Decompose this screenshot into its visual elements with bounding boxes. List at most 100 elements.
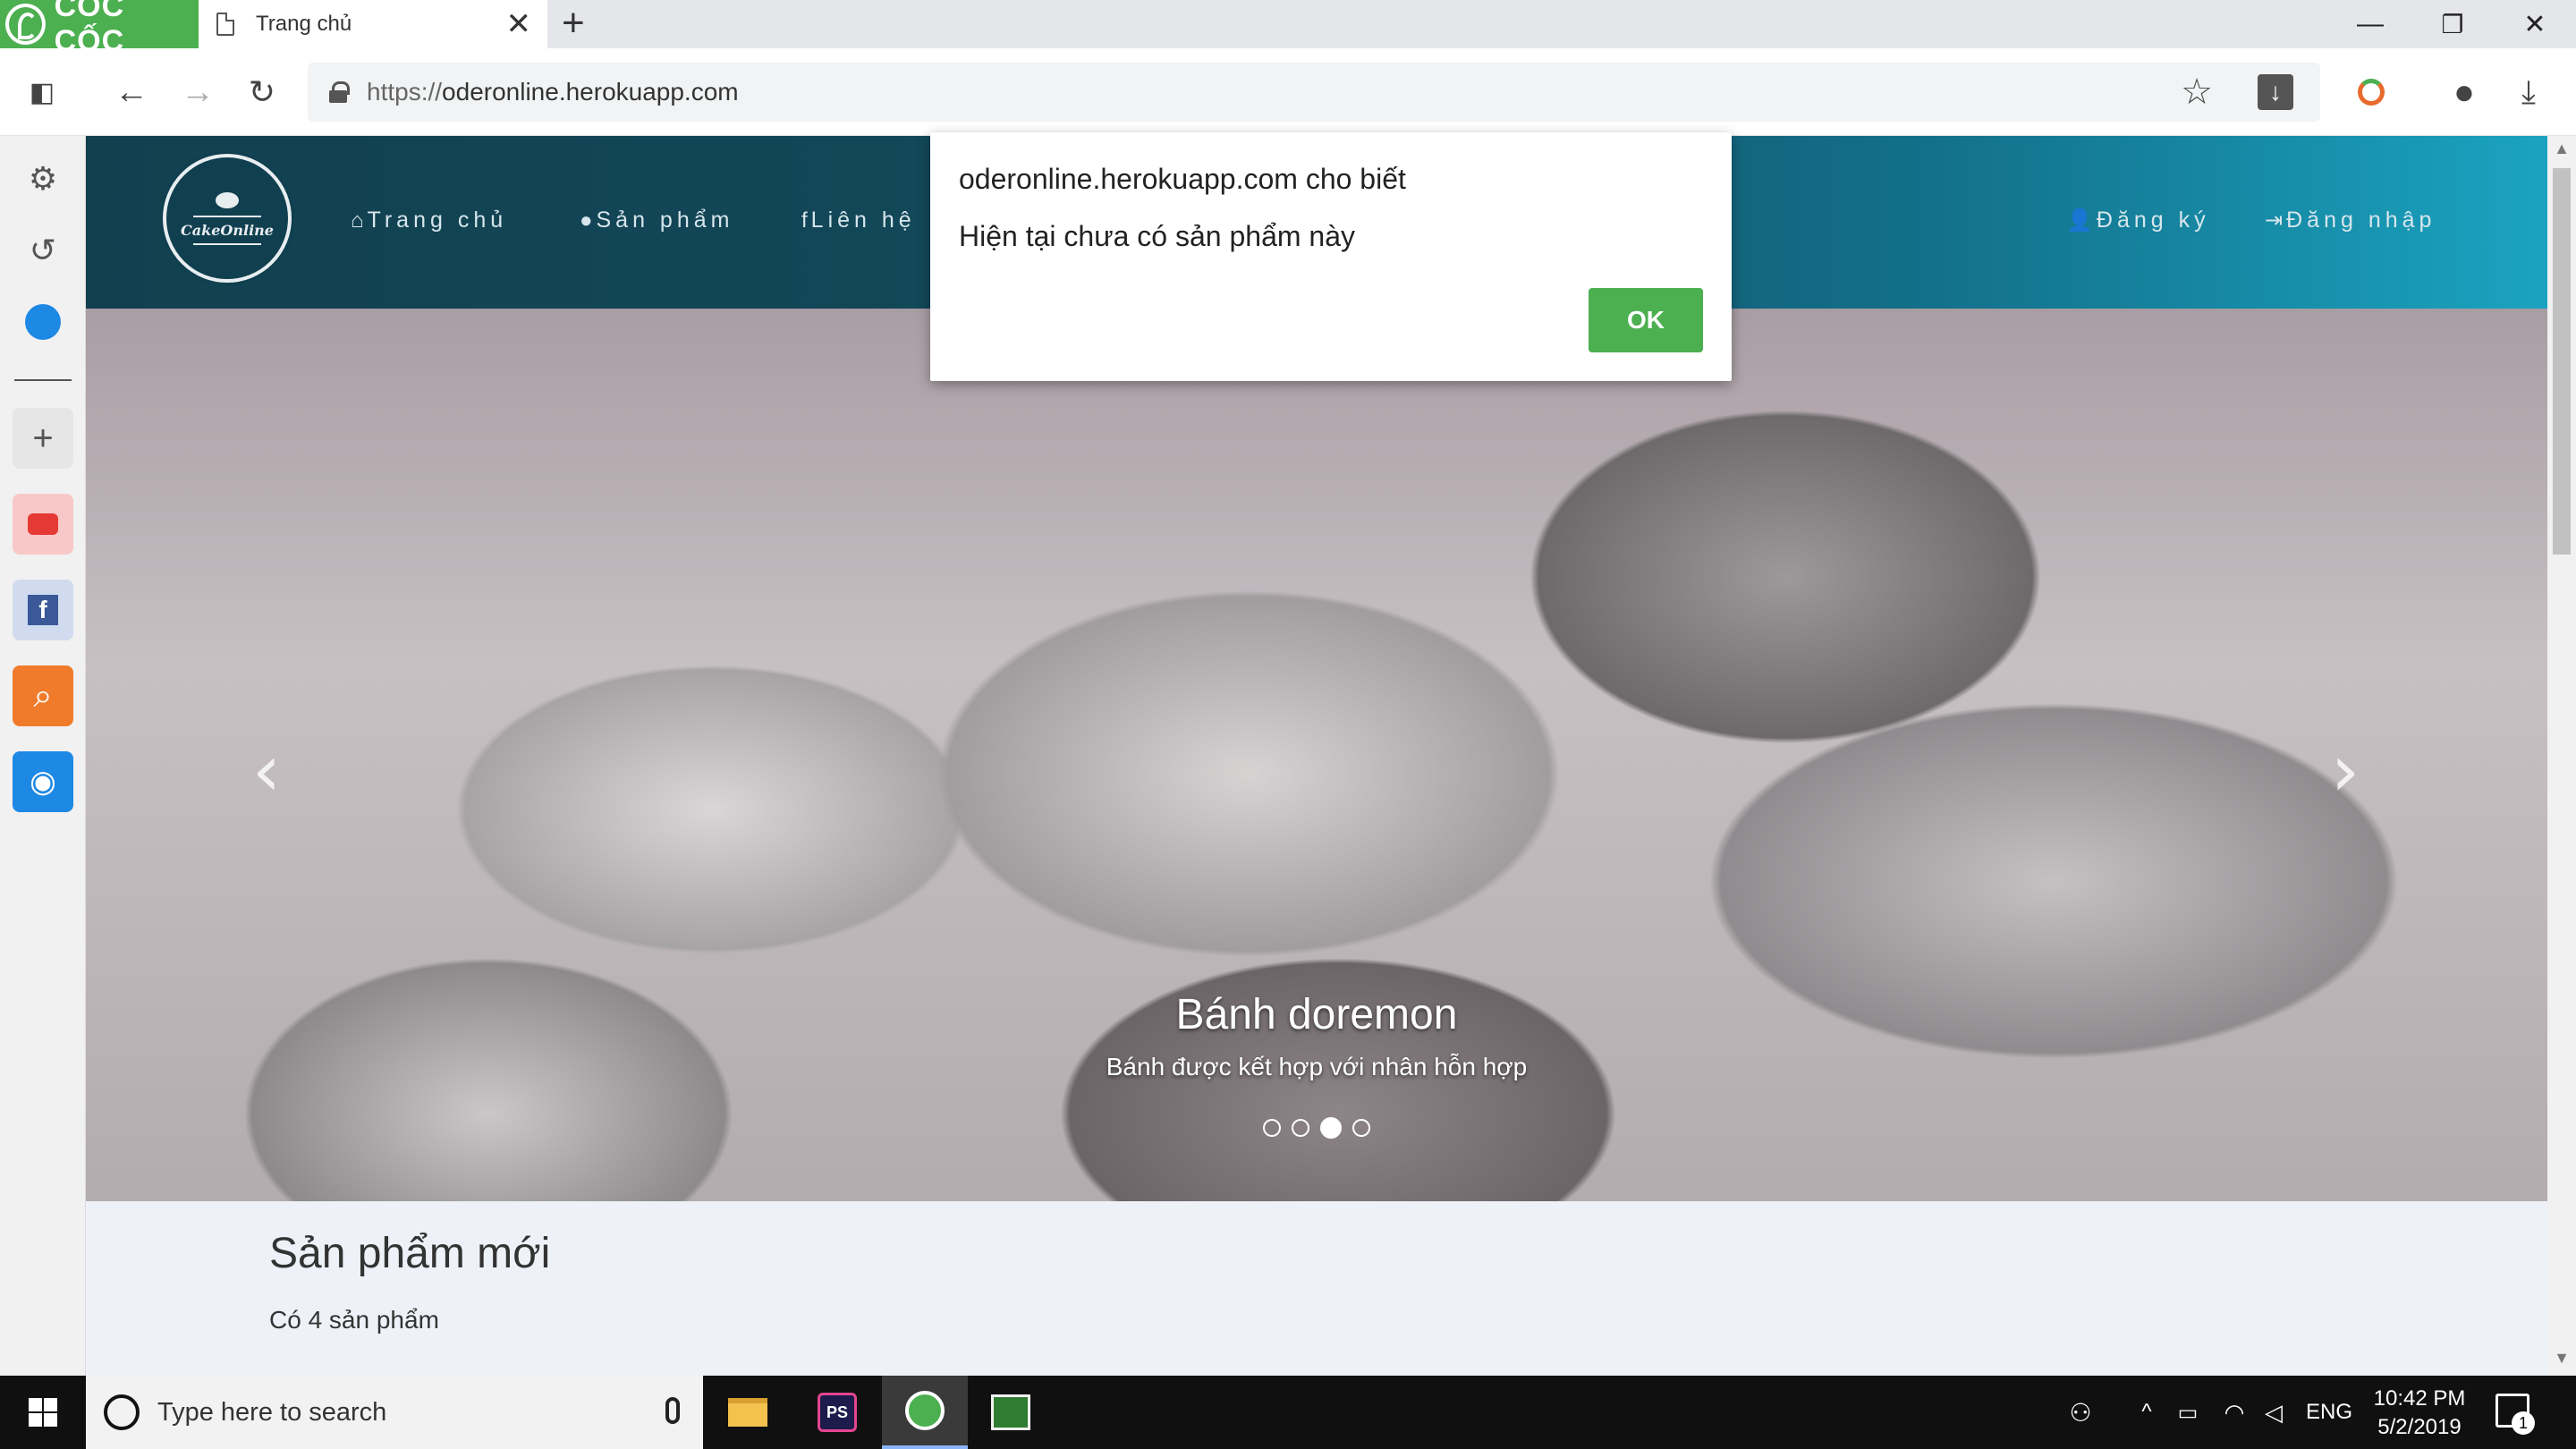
facebook-icon[interactable]: f [13, 580, 73, 640]
messenger-icon[interactable] [13, 292, 73, 352]
new-tab-button[interactable]: + [562, 4, 585, 43]
nav-contact-label: Liên hệ [810, 208, 916, 233]
messenger-bubble [25, 304, 61, 340]
scroll-up-icon[interactable]: ▲ [2547, 140, 2576, 165]
restore-button[interactable]: ❐ [2411, 0, 2494, 48]
coccoc-logo-icon [5, 4, 46, 45]
cakeonline-logo[interactable]: CakeOnline [163, 154, 292, 283]
section-title: Sản phẩm mới [269, 1230, 551, 1277]
nav-home-label: Trang chủ [367, 208, 508, 233]
carousel-indicators [86, 1117, 2547, 1139]
folder-icon [728, 1398, 767, 1427]
tab-close-icon[interactable]: ✕ [506, 9, 532, 39]
browser-toolbar: ◧ ← → ↻ https://oderonline.herokuapp.com… [0, 48, 2576, 136]
history-icon[interactable]: ↺ [13, 220, 73, 281]
coccoc-app[interactable] [882, 1376, 968, 1449]
logo-cup-icon [216, 191, 239, 208]
address-bar[interactable]: https://oderonline.herokuapp.com ☆ ↓ [308, 63, 2320, 122]
carousel-caption-title: Bánh doremon [1175, 991, 1458, 1038]
carousel-indicator-dot[interactable] [1263, 1119, 1281, 1137]
forward-arrow-icon[interactable]: → [175, 70, 220, 114]
download-video-icon[interactable]: ↓ [2258, 74, 2293, 110]
carousel-indicator-dot[interactable] [1292, 1119, 1309, 1137]
url-host: oderonline.herokuapp.com [442, 78, 739, 106]
product-icon: ● [580, 208, 593, 233]
phpstorm-icon: PS [818, 1393, 857, 1432]
lock-icon [329, 81, 350, 103]
facebook-badge: f [28, 595, 58, 625]
sidebar-divider [14, 379, 72, 381]
coccoc-extension-icon[interactable] [2349, 70, 2394, 114]
back-arrow-icon[interactable]: ← [109, 70, 154, 114]
microphone-icon[interactable] [665, 1397, 680, 1424]
project-app[interactable] [968, 1376, 1054, 1449]
taskbar-clock[interactable]: 10:42 PM 5/2/2019 [2370, 1385, 2469, 1442]
music-app-icon[interactable]: ◉ [13, 751, 73, 812]
taskbar-search-placeholder: Type here to search [157, 1397, 387, 1427]
home-icon: ⌂ [351, 208, 364, 233]
people-icon[interactable]: ⚇ [2063, 1376, 2098, 1449]
youtube-badge [28, 513, 58, 535]
windows-taskbar: Type here to search PS ⚇ ^ ▭ ◠ ◁ ENG 10:… [0, 1376, 2576, 1449]
page-scrollbar[interactable]: ▲ ▼ [2547, 136, 2576, 1376]
notification-badge: 1 [2512, 1411, 2535, 1435]
url-scheme: https:// [367, 78, 443, 106]
settings-gear-icon[interactable]: ⚙ [13, 148, 73, 209]
language-indicator[interactable]: ENG [2301, 1376, 2358, 1449]
add-shortcut-icon[interactable]: + [13, 408, 73, 469]
browser-brand[interactable]: CỐC CỐC [0, 0, 199, 58]
carousel-next-icon[interactable]: › [2331, 729, 2360, 812]
nav-products[interactable]: ● Sản phẩm [580, 208, 733, 233]
nav-home[interactable]: ⌂ Trang chủ [351, 208, 507, 233]
nav-contact[interactable]: f Liên hệ [801, 208, 916, 233]
search-app-icon[interactable]: ⌕ [13, 665, 73, 726]
dialog-origin: oderonline.herokuapp.com cho biết [959, 163, 1406, 195]
tab-title: Trang chủ [256, 12, 352, 36]
page-icon [216, 13, 234, 36]
carousel-indicator-dot[interactable] [1320, 1117, 1342, 1139]
hero-carousel: ‹ › Bánh doremon Bánh được kết hợp với n… [86, 309, 2547, 1201]
start-button[interactable] [0, 1376, 86, 1449]
reload-icon[interactable]: ↻ [240, 70, 284, 114]
bookmark-star-icon[interactable]: ☆ [2181, 72, 2213, 113]
taskbar-search[interactable]: Type here to search [86, 1376, 703, 1449]
nav-products-label: Sản phẩm [596, 208, 734, 233]
ok-button[interactable]: OK [1589, 288, 1703, 352]
scroll-down-icon[interactable]: ▼ [2547, 1349, 2576, 1374]
dialog-message: Hiện tại chưa có sản phẩm này [959, 220, 1355, 252]
carousel-prev-icon[interactable]: ‹ [252, 729, 281, 812]
extension-ring [2358, 79, 2385, 106]
facebook-nav-icon: f [801, 208, 808, 233]
nav-login[interactable]: ⇥ Đăng nhập [2265, 208, 2436, 233]
user-icon: 👤 [2066, 208, 2093, 233]
phpstorm-app[interactable]: PS [794, 1376, 880, 1449]
downloads-icon[interactable]: ⤓ [2506, 70, 2551, 114]
youtube-icon[interactable] [13, 494, 73, 555]
logo-rule-top [193, 215, 261, 217]
section-count: Có 4 sản phẩm [269, 1306, 439, 1334]
url-text[interactable]: https://oderonline.herokuapp.com [367, 78, 739, 106]
close-window-button[interactable]: ✕ [2494, 0, 2576, 48]
alert-dialog: oderonline.herokuapp.com cho biết Hiện t… [930, 132, 1732, 381]
windows-logo-icon [29, 1398, 57, 1427]
nav-register[interactable]: 👤 Đăng ký [2066, 208, 2210, 233]
profile-icon[interactable]: ● [2442, 70, 2487, 114]
minimize-button[interactable]: — [2329, 0, 2411, 48]
volume-icon[interactable]: ◁ [2256, 1376, 2292, 1449]
coccoc-taskbar-icon [905, 1391, 945, 1430]
logo-text: CakeOnline [181, 221, 274, 239]
browser-titlebar: CỐC CỐC Trang chủ ✕ + — ❐ ✕ [0, 0, 2576, 58]
nav-login-label: Đăng nhập [2286, 208, 2436, 233]
carousel-indicator-dot[interactable] [1352, 1119, 1370, 1137]
tray-chevron-up-icon[interactable]: ^ [2129, 1376, 2165, 1449]
scroll-thumb[interactable] [2553, 168, 2571, 555]
browser-tab[interactable]: Trang chủ ✕ [199, 0, 547, 48]
battery-icon[interactable]: ▭ [2170, 1376, 2206, 1449]
login-icon: ⇥ [2265, 208, 2284, 233]
sidebar-toggle-icon[interactable]: ◧ [20, 70, 64, 114]
file-explorer-app[interactable] [705, 1376, 791, 1449]
cortana-icon [104, 1394, 140, 1430]
omnibox-actions: ☆ ↓ [2181, 63, 2320, 122]
wifi-icon[interactable]: ◠ [2216, 1376, 2252, 1449]
project-icon [991, 1394, 1030, 1430]
